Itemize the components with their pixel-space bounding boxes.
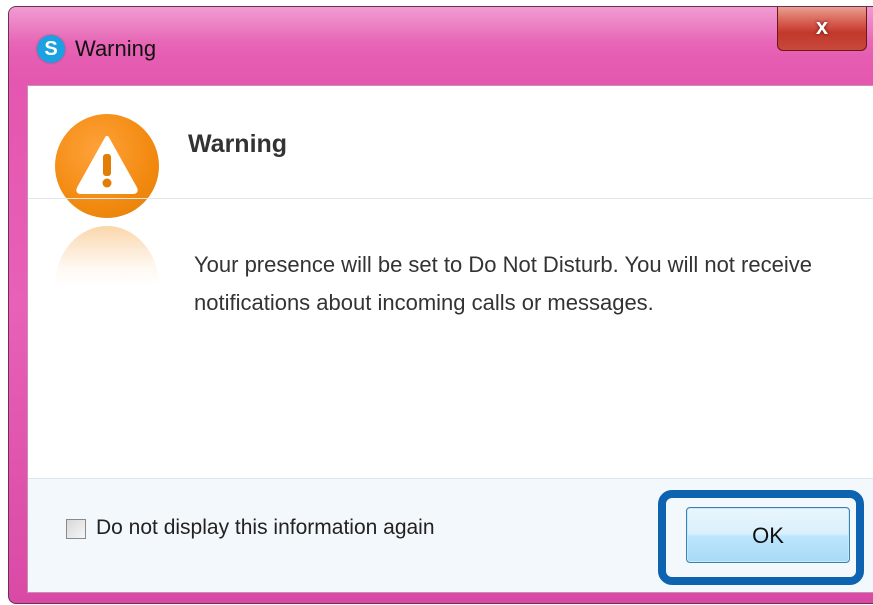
title-bar[interactable]: S Warning x (9, 7, 873, 85)
close-button[interactable]: x (777, 7, 867, 51)
ok-button[interactable]: OK (686, 507, 850, 563)
dialog-message: Your presence will be set to Do Not Dist… (194, 252, 812, 315)
warning-dialog-window: S Warning x Warning Your presence will b… (8, 6, 873, 604)
skype-app-icon: S (37, 35, 65, 63)
header-divider (28, 198, 873, 199)
do-not-display-checkbox[interactable] (66, 519, 86, 539)
dialog-heading: Warning (188, 130, 288, 158)
warning-icon (55, 114, 159, 218)
window-title: Warning (75, 36, 157, 61)
warning-triangle-icon (76, 136, 138, 194)
do-not-display-label[interactable]: Do not display this information again (96, 516, 435, 540)
dialog-content: Warning Your presence will be set to Do … (27, 85, 873, 593)
dialog-footer: Do not display this information again OK (28, 478, 873, 592)
warning-icon-reflection (55, 226, 159, 286)
